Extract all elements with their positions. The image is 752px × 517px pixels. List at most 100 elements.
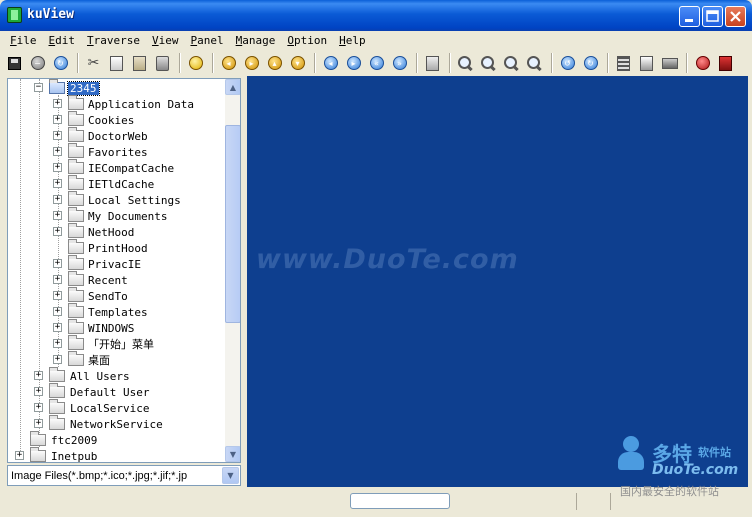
expand-icon[interactable]: + <box>34 403 43 412</box>
zoom-actual-button[interactable] <box>524 52 545 74</box>
wallpaper-icon <box>695 56 710 70</box>
folder-icon <box>68 239 84 254</box>
paste-button[interactable] <box>129 52 150 74</box>
close-button[interactable] <box>725 6 746 27</box>
tree-item-label: SendTo <box>88 289 128 303</box>
rotate-left-button[interactable]: ↺ <box>557 52 578 74</box>
tree-item-label: IECompatCache <box>88 161 175 175</box>
save-icon <box>8 56 21 70</box>
title-bar[interactable]: kuView <box>0 0 752 31</box>
expand-icon[interactable]: + <box>53 339 62 348</box>
stop-button[interactable]: − <box>27 52 48 74</box>
scroll-up-button[interactable]: ▲ <box>225 79 240 95</box>
filter-dropdown-button[interactable]: ▼ <box>222 467 239 484</box>
fit-button[interactable] <box>422 52 443 74</box>
menu-manage[interactable]: Manage <box>230 34 282 47</box>
maximize-button[interactable] <box>702 6 723 27</box>
expand-icon[interactable]: + <box>53 227 62 236</box>
toolbar-separator <box>77 53 79 73</box>
fast-forward-button[interactable]: » <box>389 52 410 74</box>
rewind-button[interactable]: « <box>366 52 387 74</box>
zoom-in-button[interactable] <box>455 52 476 74</box>
tree-scrollbar[interactable]: ▲ ▼ <box>225 79 240 462</box>
expand-icon[interactable]: + <box>34 387 43 396</box>
rotate-right-button[interactable]: ↻ <box>580 52 601 74</box>
back-button[interactable]: ◂ <box>320 52 341 74</box>
zoom-fit-button[interactable] <box>501 52 522 74</box>
delete-button[interactable] <box>152 52 173 74</box>
tree-item-label: Inetpub <box>51 449 98 463</box>
expand-icon[interactable]: + <box>53 275 62 284</box>
cut-button[interactable]: ✂ <box>83 52 104 74</box>
scanner-button[interactable] <box>659 52 680 74</box>
refresh-button[interactable]: ↻ <box>50 52 71 74</box>
expand-icon[interactable]: + <box>53 323 62 332</box>
next-button[interactable]: ▸ <box>241 52 262 74</box>
first-button[interactable]: ▾ <box>287 52 308 74</box>
expand-icon[interactable]: + <box>53 307 62 316</box>
filmstrip-button[interactable] <box>613 52 634 74</box>
menu-bar: File Edit Traverse View Panel Manage Opt… <box>4 31 748 50</box>
tree-item-label: Local Settings <box>88 193 181 207</box>
toolbar-separator <box>449 53 451 73</box>
app-icon[interactable] <box>7 7 22 23</box>
expand-icon[interactable]: + <box>53 99 62 108</box>
copy-button[interactable] <box>106 52 127 74</box>
folder-icon <box>68 191 84 206</box>
expand-icon[interactable]: + <box>53 131 62 140</box>
zoom-fit-icon <box>504 55 519 71</box>
expand-icon[interactable]: + <box>53 291 62 300</box>
circle-button[interactable] <box>185 52 206 74</box>
previous-icon: ◂ <box>221 56 236 70</box>
menu-file[interactable]: File <box>4 34 43 47</box>
expand-icon[interactable]: + <box>53 179 62 188</box>
folder-icon <box>30 447 46 462</box>
save-button[interactable] <box>4 52 25 74</box>
expand-icon[interactable]: + <box>34 371 43 380</box>
previous-button[interactable]: ◂ <box>218 52 239 74</box>
circle-icon <box>188 56 203 70</box>
back-icon: ◂ <box>323 56 338 70</box>
menu-view[interactable]: View <box>146 34 185 47</box>
watermark: www.DuoTe.com <box>256 244 519 275</box>
expand-icon[interactable]: + <box>53 147 62 156</box>
status-field <box>576 493 577 510</box>
exit-button[interactable] <box>715 52 736 74</box>
expand-icon[interactable]: + <box>34 419 43 428</box>
wallpaper-button[interactable] <box>692 52 713 74</box>
tree-item-label: All Users <box>70 369 130 383</box>
expand-icon[interactable]: + <box>53 259 62 268</box>
expand-icon[interactable]: + <box>53 211 62 220</box>
forward-button[interactable]: ▸ <box>343 52 364 74</box>
menu-traverse[interactable]: Traverse <box>81 34 146 47</box>
menu-edit[interactable]: Edit <box>43 34 82 47</box>
folder-icon <box>68 127 84 142</box>
folder-icon <box>68 175 84 190</box>
folder-tree[interactable]: − 2345 + Application Data + Cookies + Do… <box>7 78 241 463</box>
menu-option[interactable]: Option <box>281 34 333 47</box>
expand-icon[interactable]: + <box>53 163 62 172</box>
image-view[interactable] <box>247 76 748 487</box>
scanner-icon <box>661 57 678 69</box>
scroll-down-button[interactable]: ▼ <box>225 446 240 462</box>
expand-icon[interactable]: + <box>53 355 62 364</box>
menu-panel[interactable]: Panel <box>184 34 229 47</box>
collapse-icon[interactable]: − <box>34 83 43 92</box>
tree-item-label: LocalService <box>70 401 150 415</box>
expand-icon[interactable]: + <box>53 195 62 204</box>
folder-icon <box>68 271 84 286</box>
tree-line <box>20 79 21 455</box>
file-type-filter[interactable]: Image Files(*.bmp;*.ico;*.jpg;*.jif;*.jp… <box>7 465 241 486</box>
up-button[interactable]: ▴ <box>264 52 285 74</box>
expand-icon[interactable]: + <box>53 115 62 124</box>
zoom-out-button[interactable] <box>478 52 499 74</box>
expand-icon[interactable]: + <box>15 451 24 460</box>
tree-item-label: Favorites <box>88 145 148 159</box>
print-button[interactable] <box>636 52 657 74</box>
folder-icon <box>68 255 84 270</box>
zoom-actual-icon <box>527 55 542 71</box>
menu-help[interactable]: Help <box>333 34 372 47</box>
toolbar: − ↻ ✂ ◂ ▸ ▴ ▾ ◂ ▸ « » ↺ ↻ <box>4 50 748 76</box>
scrollbar-thumb[interactable] <box>225 125 240 323</box>
minimize-button[interactable] <box>679 6 700 27</box>
